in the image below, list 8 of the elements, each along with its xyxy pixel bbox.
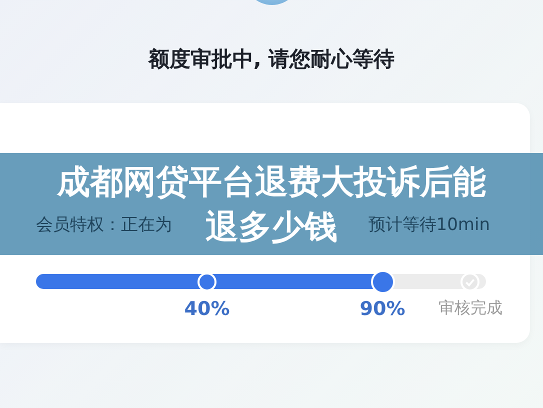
step-label: 40% [184, 298, 230, 320]
step-label: 审核完成 [438, 298, 502, 319]
card-subtitle: 预计等待10min [368, 214, 490, 236]
step-label: 90% [360, 298, 406, 320]
card-subtitle: 会员特权：正在为 [36, 214, 172, 236]
status-title: 额度审批中, 请您耐心等待 [148, 46, 395, 73]
banner-title: 成都网贷平台退费大投诉后能 [57, 161, 486, 203]
banner-title: 退多少钱 [206, 206, 338, 248]
